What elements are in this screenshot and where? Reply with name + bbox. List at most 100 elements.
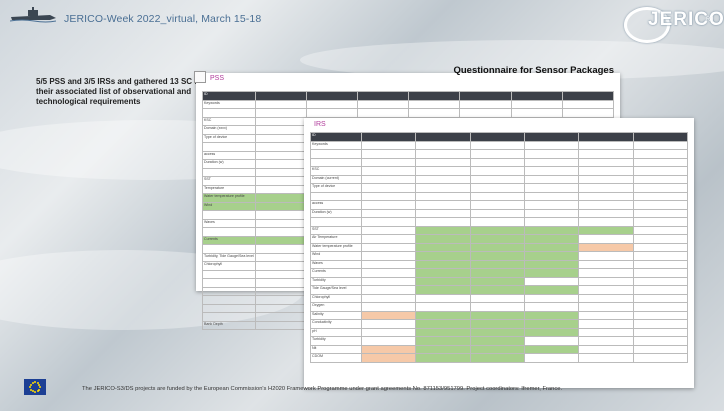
questionnaire-title: Questionnaire for Sensor Packages: [453, 65, 614, 76]
table-cell: [632, 336, 689, 346]
table-cell: [578, 302, 634, 312]
table-cell: [254, 184, 307, 194]
table-cell: ID: [202, 91, 256, 101]
table-row: Chlorophyll: [310, 293, 689, 303]
table-cell: CDOM: [310, 353, 362, 363]
table-row: Conductivity: [310, 319, 689, 329]
eu-star-icon: [29, 388, 32, 391]
table-cell: [632, 217, 689, 227]
table-cell: access: [202, 150, 256, 160]
table-cell: [254, 167, 307, 177]
table-row: pH: [310, 327, 689, 337]
table-cell: [254, 159, 307, 169]
table-cell: [202, 108, 256, 118]
table-cell: [415, 251, 471, 261]
table-cell: Type of device: [310, 183, 362, 193]
table-cell: Currents: [310, 268, 362, 278]
eu-star-icon: [36, 390, 39, 393]
table-row: Wind: [310, 251, 689, 261]
table-cell: [469, 132, 525, 142]
table-cell: [459, 108, 512, 118]
table-cell: [415, 174, 471, 184]
irs-table: ID Keywords KSC Domain (current) Type of dev…: [310, 132, 689, 363]
table-cell: [523, 191, 580, 201]
table-cell: [360, 183, 417, 193]
table-cell: [469, 353, 525, 363]
table-cell: [360, 353, 417, 363]
table-cell: [523, 302, 580, 312]
table-cell: pH: [310, 327, 362, 337]
table-cell: [254, 99, 307, 109]
table-row: [310, 157, 689, 167]
table-cell: [254, 320, 307, 330]
table-cell: [415, 276, 471, 286]
table-row: Turbidity: [310, 276, 689, 286]
table-cell: [578, 132, 634, 142]
table-cell: [632, 276, 689, 286]
table-cell: [415, 234, 471, 244]
table-row: ID: [310, 132, 689, 142]
table-cell: [469, 319, 525, 329]
table-row: Oxygen: [310, 302, 689, 312]
table-cell: [415, 293, 471, 303]
table-cell: [578, 310, 634, 320]
table-cell: [415, 353, 471, 363]
table-cell: [254, 91, 307, 101]
table-cell: [561, 99, 615, 109]
jerico-logo: JERICO RI: [622, 5, 724, 49]
table-cell: [415, 302, 471, 312]
table-cell: [254, 244, 307, 254]
table-cell: Chlorophyll: [202, 261, 256, 271]
table-cell: [632, 259, 689, 269]
table-cell: [202, 312, 256, 322]
table-cell: [469, 225, 525, 235]
table-cell: [578, 191, 634, 201]
table-cell: [202, 210, 256, 220]
table-cell: Conductivity: [310, 319, 362, 329]
table-cell: Turbidity, Tide Gauge/Sea level: [202, 252, 256, 262]
table-cell: [523, 157, 580, 167]
table-cell: [469, 310, 525, 320]
logo-suffix: RI: [706, 17, 715, 23]
table-cell: [469, 166, 525, 176]
table-cell: [415, 242, 471, 252]
table-cell: [254, 269, 307, 279]
table-cell: [415, 149, 471, 159]
table-cell: Wind: [310, 251, 362, 261]
table-cell: [469, 217, 525, 227]
table-cell: [360, 217, 417, 227]
table-cell: [523, 208, 580, 218]
table-row: CDOM: [310, 353, 689, 363]
table-cell: [632, 149, 689, 159]
table-cell: [202, 286, 256, 296]
table-cell: [360, 132, 417, 142]
table-cell: [202, 142, 256, 152]
table-row: Water temperature profile: [310, 242, 689, 252]
table-cell: [469, 174, 525, 184]
table-cell: [360, 234, 417, 244]
table-cell: [578, 319, 634, 329]
table-cell: [632, 174, 689, 184]
table-cell: [578, 149, 634, 159]
table-cell: [632, 285, 689, 295]
table-cell: [360, 268, 417, 278]
table-cell: [469, 191, 525, 201]
table-cell: Domain (xxxx): [202, 125, 256, 135]
table-cell: [632, 344, 689, 354]
table-cell: [578, 353, 634, 363]
table-cell: [360, 293, 417, 303]
eu-star-icon: [39, 386, 41, 388]
table-cell: Waves: [202, 218, 256, 228]
table-cell: [632, 293, 689, 303]
table-row: Turbidity: [310, 336, 689, 346]
table-cell: [310, 149, 362, 159]
table-cell: [469, 149, 525, 159]
table-row: Currents: [310, 268, 689, 278]
eu-flag-icon: [24, 379, 46, 395]
eu-star-icon: [29, 383, 32, 386]
table-cell: [632, 157, 689, 167]
table-cell: [360, 302, 417, 312]
table-cell: [357, 99, 410, 109]
table-cell: [523, 310, 580, 320]
table-cell: [632, 319, 689, 329]
